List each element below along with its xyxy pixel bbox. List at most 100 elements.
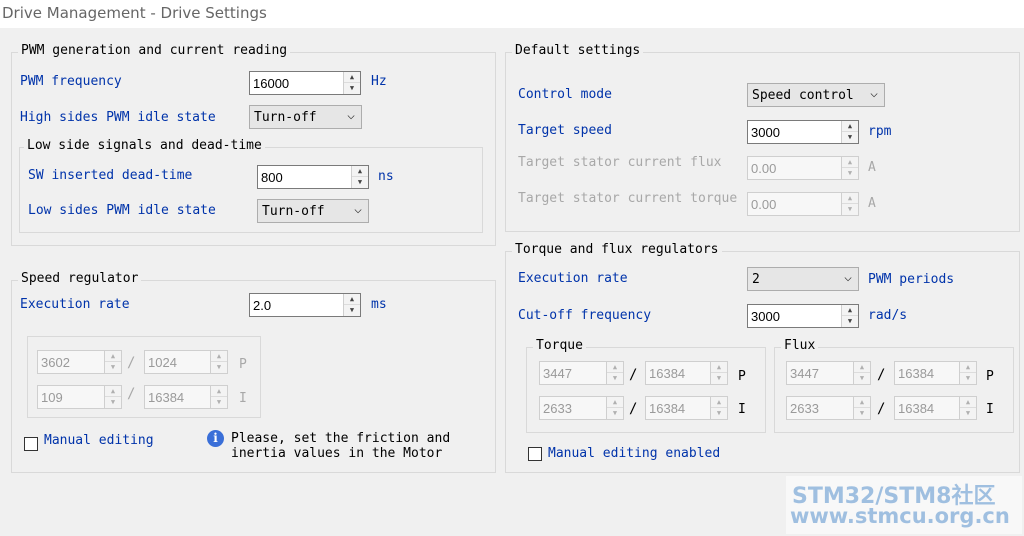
flux-i-label: I: [986, 402, 994, 417]
spin-up-icon[interactable]: ▲: [842, 121, 858, 132]
spin-down-icon[interactable]: ▼: [842, 316, 858, 327]
speed-p-denominator[interactable]: 1024 ▲ ▼: [144, 350, 228, 374]
target-flux-value: 0.00: [751, 161, 777, 176]
torque-flux-legend: Torque and flux regulators: [512, 242, 722, 257]
divider-slash: /: [629, 401, 638, 417]
torque-p-label: P: [738, 369, 746, 384]
spin-up-icon[interactable]: ▲: [105, 386, 121, 397]
speed-i-denominator[interactable]: 16384 ▲ ▼: [144, 385, 228, 409]
spin-down-icon[interactable]: ▼: [352, 177, 368, 188]
speed-i-numerator[interactable]: 109 ▲ ▼: [37, 385, 122, 409]
flux-p-numerator[interactable]: 3447 ▲ ▼: [786, 361, 871, 385]
torque-i-denominator-value: 16384: [649, 401, 686, 416]
spin-up-icon[interactable]: ▲: [344, 294, 360, 305]
speed-p-denominator-value: 1024: [148, 355, 177, 370]
divider-slash: /: [877, 367, 886, 383]
target-torque-spinbox[interactable]: 0.00 ▲ ▼: [747, 192, 859, 216]
spin-down-icon[interactable]: ▼: [854, 408, 870, 419]
target-speed-label: Target speed: [518, 123, 612, 138]
control-mode-select[interactable]: Speed control ⌵: [747, 83, 885, 107]
speed-execution-rate-value: 2.0: [253, 298, 272, 313]
spin-down-icon[interactable]: ▼: [960, 373, 976, 384]
tf-execution-rate-value: 2: [752, 272, 760, 287]
spin-down-icon[interactable]: ▼: [842, 204, 858, 215]
spin-down-icon[interactable]: ▼: [842, 168, 858, 179]
spin-up-icon[interactable]: ▲: [344, 72, 360, 83]
high-sides-idle-select[interactable]: Turn-off ⌵: [249, 105, 362, 129]
target-speed-spinbox[interactable]: 3000 ▲ ▼: [747, 120, 859, 144]
flux-i-denominator[interactable]: 16384 ▲ ▼: [894, 396, 977, 420]
cutoff-frequency-unit: rad/s: [868, 308, 908, 323]
tf-execution-rate-label: Execution rate: [518, 271, 628, 286]
spin-up-icon[interactable]: ▲: [854, 362, 870, 373]
target-flux-spinbox[interactable]: 0.00 ▲ ▼: [747, 156, 859, 180]
spin-down-icon[interactable]: ▼: [607, 373, 623, 384]
chevron-down-icon: ⌵: [844, 270, 852, 285]
flux-i-numerator[interactable]: 2633 ▲ ▼: [786, 396, 871, 420]
spin-up-icon[interactable]: ▲: [854, 397, 870, 408]
spin-up-icon[interactable]: ▲: [842, 157, 858, 168]
pwm-frequency-spinbox[interactable]: 16000 ▲ ▼: [249, 71, 361, 95]
low-sides-idle-value: Turn-off: [262, 204, 325, 219]
dead-time-spinbox[interactable]: 800 ▲ ▼: [257, 165, 369, 189]
torque-i-denominator[interactable]: 16384 ▲ ▼: [645, 396, 728, 420]
tf-execution-rate-select[interactable]: 2 ⌵: [747, 267, 859, 291]
spin-up-icon[interactable]: ▲: [352, 166, 368, 177]
torque-i-numerator[interactable]: 2633 ▲ ▼: [539, 396, 624, 420]
speed-p-numerator[interactable]: 3602 ▲ ▼: [37, 350, 122, 374]
torque-i-numerator-value: 2633: [543, 401, 572, 416]
window-title: Drive Management - Drive Settings: [2, 4, 267, 22]
spin-up-icon[interactable]: ▲: [842, 193, 858, 204]
cutoff-frequency-spinbox[interactable]: 3000 ▲ ▼: [747, 304, 859, 328]
spin-up-icon[interactable]: ▲: [960, 397, 976, 408]
speed-execution-rate-spinbox[interactable]: 2.0 ▲ ▼: [249, 293, 361, 317]
low-sides-idle-label: Low sides PWM idle state: [28, 203, 216, 218]
spin-up-icon[interactable]: ▲: [711, 362, 727, 373]
spin-up-icon[interactable]: ▲: [105, 351, 121, 362]
spin-down-icon[interactable]: ▼: [344, 305, 360, 316]
manual-editing-label[interactable]: Manual editing: [44, 433, 154, 448]
spin-up-icon[interactable]: ▲: [711, 397, 727, 408]
manual-editing-checkbox[interactable]: [24, 437, 38, 451]
torque-p-numerator-value: 3447: [543, 366, 572, 381]
divider-slash: /: [127, 355, 136, 371]
low-side-group: Low side signals and dead-time: [19, 138, 483, 233]
flux-gains-group: Flux: [774, 338, 1014, 433]
spin-up-icon[interactable]: ▲: [211, 351, 227, 362]
low-side-legend: Low side signals and dead-time: [24, 138, 265, 153]
target-flux-unit: A: [868, 160, 876, 175]
manual-editing-enabled-label[interactable]: Manual editing enabled: [548, 446, 720, 461]
low-sides-idle-select[interactable]: Turn-off ⌵: [257, 199, 369, 223]
spin-up-icon[interactable]: ▲: [607, 397, 623, 408]
spin-down-icon[interactable]: ▼: [711, 408, 727, 419]
speed-regulator-legend: Speed regulator: [18, 271, 142, 286]
manual-editing-enabled-checkbox[interactable]: [528, 447, 542, 461]
spin-down-icon[interactable]: ▼: [960, 408, 976, 419]
chevron-down-icon: ⌵: [354, 202, 362, 217]
target-torque-unit: A: [868, 196, 876, 211]
spin-up-icon[interactable]: ▲: [960, 362, 976, 373]
spin-down-icon[interactable]: ▼: [105, 397, 121, 408]
spin-down-icon[interactable]: ▼: [105, 362, 121, 373]
info-text-line1: Please, set the friction and: [231, 431, 451, 446]
spin-down-icon[interactable]: ▼: [842, 132, 858, 143]
spin-up-icon[interactable]: ▲: [211, 386, 227, 397]
spin-down-icon[interactable]: ▼: [607, 408, 623, 419]
control-mode-label: Control mode: [518, 87, 612, 102]
flux-p-denominator[interactable]: 16384 ▲ ▼: [894, 361, 977, 385]
spin-down-icon[interactable]: ▼: [211, 362, 227, 373]
dead-time-unit: ns: [378, 169, 394, 184]
spin-down-icon[interactable]: ▼: [711, 373, 727, 384]
spin-down-icon[interactable]: ▼: [854, 373, 870, 384]
spin-down-icon[interactable]: ▼: [344, 83, 360, 94]
target-torque-value: 0.00: [751, 197, 777, 212]
torque-p-denominator[interactable]: 16384 ▲ ▼: [645, 361, 728, 385]
speed-p-numerator-value: 3602: [41, 355, 70, 370]
target-speed-unit: rpm: [868, 124, 892, 139]
spin-up-icon[interactable]: ▲: [607, 362, 623, 373]
speed-execution-rate-unit: ms: [371, 297, 387, 312]
spin-down-icon[interactable]: ▼: [211, 397, 227, 408]
spin-up-icon[interactable]: ▲: [842, 305, 858, 316]
torque-p-numerator[interactable]: 3447 ▲ ▼: [539, 361, 624, 385]
torque-gains-group: Torque: [526, 338, 766, 433]
